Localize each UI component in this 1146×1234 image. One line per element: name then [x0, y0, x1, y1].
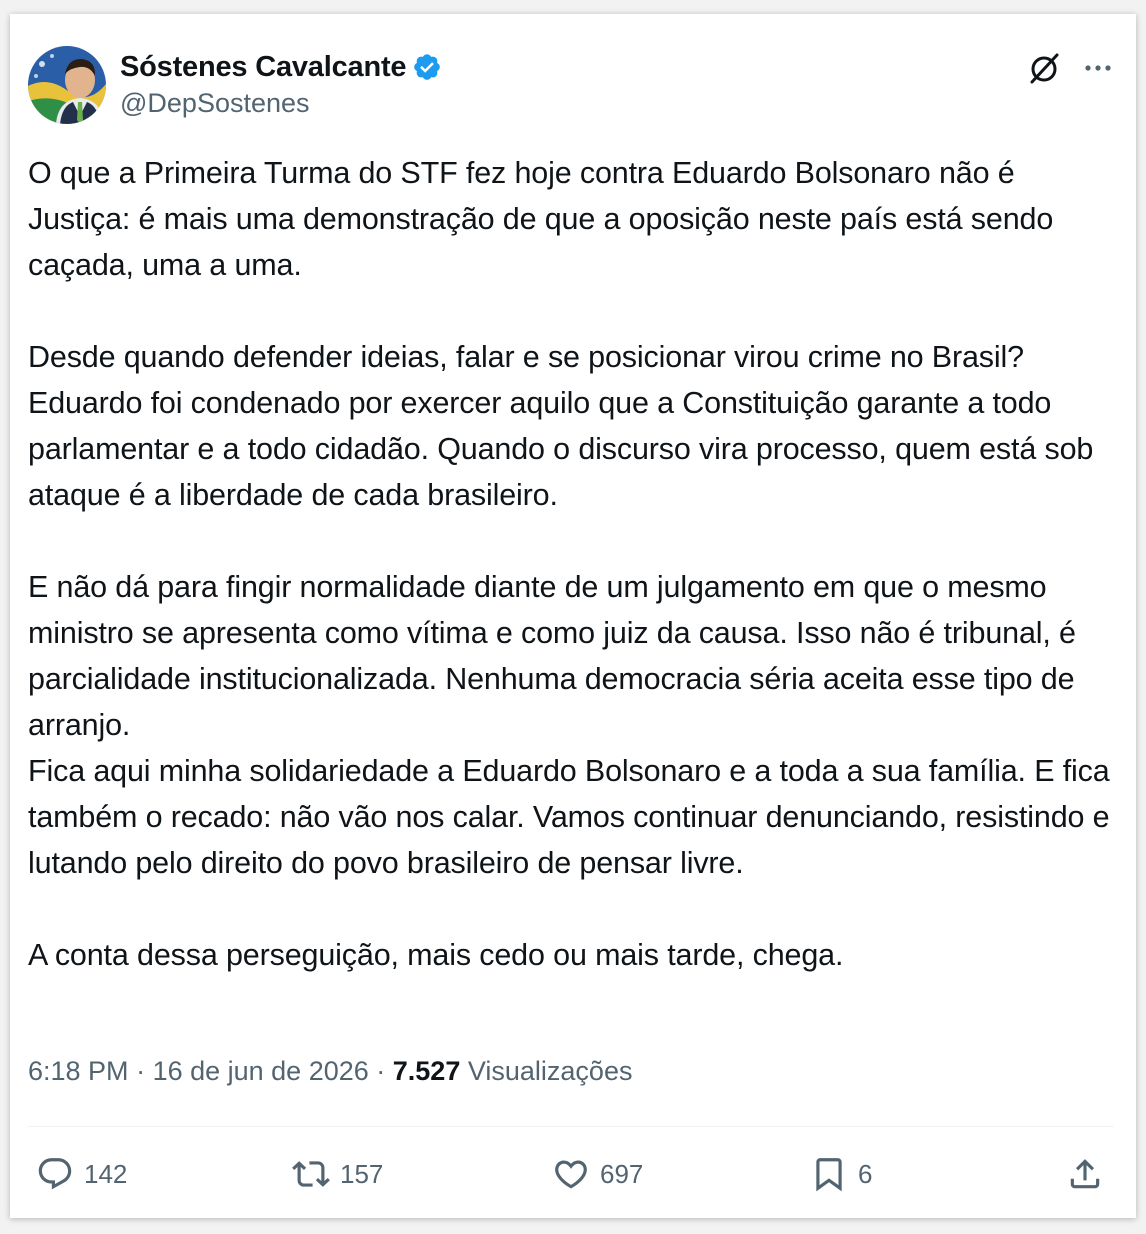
meta-separator: · [128, 1056, 153, 1086]
tweet-paragraph-spacer [28, 886, 1118, 932]
share-button[interactable] [1066, 1148, 1104, 1200]
author-block: Sóstenes Cavalcante @DepSostenes [120, 48, 442, 119]
tweet-text: O que a Primeira Turma do STF fez hoje c… [28, 150, 1118, 978]
tweet-date[interactable]: 16 de jun de 2026 [153, 1056, 369, 1086]
tweet-paragraph-4: A conta dessa perseguição, mais cedo ou … [28, 938, 844, 972]
name-row: Sóstenes Cavalcante [120, 48, 442, 86]
bookmark-icon [816, 1158, 842, 1192]
divider [28, 1126, 1114, 1127]
views-label [460, 1056, 468, 1086]
views-label-text: Visualizações [467, 1056, 633, 1086]
repost-count: 157 [340, 1158, 384, 1189]
verified-badge-icon[interactable] [412, 52, 442, 82]
tweet-header: Sóstenes Cavalcante @DepSostenes [10, 14, 1136, 134]
bookmark-count: 6 [858, 1158, 873, 1189]
views-count: 7.527 [392, 1056, 461, 1086]
bookmark-button[interactable]: 6 [810, 1148, 872, 1200]
tweet-paragraph-1: O que a Primeira Turma do STF fez hoje c… [28, 156, 1062, 282]
like-button[interactable]: 697 [552, 1148, 643, 1200]
author-display-name[interactable]: Sóstenes Cavalcante [120, 51, 407, 84]
author-handle[interactable]: @DepSostenes [120, 88, 442, 119]
more-icon[interactable] [1082, 52, 1114, 84]
reply-icon [38, 1158, 72, 1190]
tweet-paragraph-spacer [28, 518, 1118, 564]
meta-separator: · [368, 1056, 393, 1086]
reply-button[interactable]: 142 [36, 1148, 127, 1200]
retweet-icon [292, 1161, 330, 1187]
repost-button[interactable]: 157 [292, 1148, 383, 1200]
tweet-card: Sóstenes Cavalcante @DepSostenes O que a… [10, 14, 1136, 1218]
tweet-paragraph-3: E não dá para fingir normalidade diante … [28, 570, 1110, 880]
tweet-meta: 6:18 PM · 16 de jun de 2026 · 7.527 Visu… [28, 1056, 632, 1087]
like-count: 697 [600, 1158, 644, 1189]
reply-count: 142 [84, 1158, 128, 1189]
share-icon [1070, 1159, 1100, 1189]
tweet-paragraph-spacer [28, 288, 1118, 334]
avatar[interactable] [28, 46, 106, 124]
like-icon [555, 1160, 587, 1189]
action-bar: 142 157 697 6 [10, 1148, 1136, 1200]
grok-icon[interactable] [1026, 50, 1062, 86]
tweet-paragraph-2: Desde quando defender ideias, falar e se… [28, 340, 1102, 512]
tweet-time[interactable]: 6:18 PM [28, 1056, 129, 1086]
